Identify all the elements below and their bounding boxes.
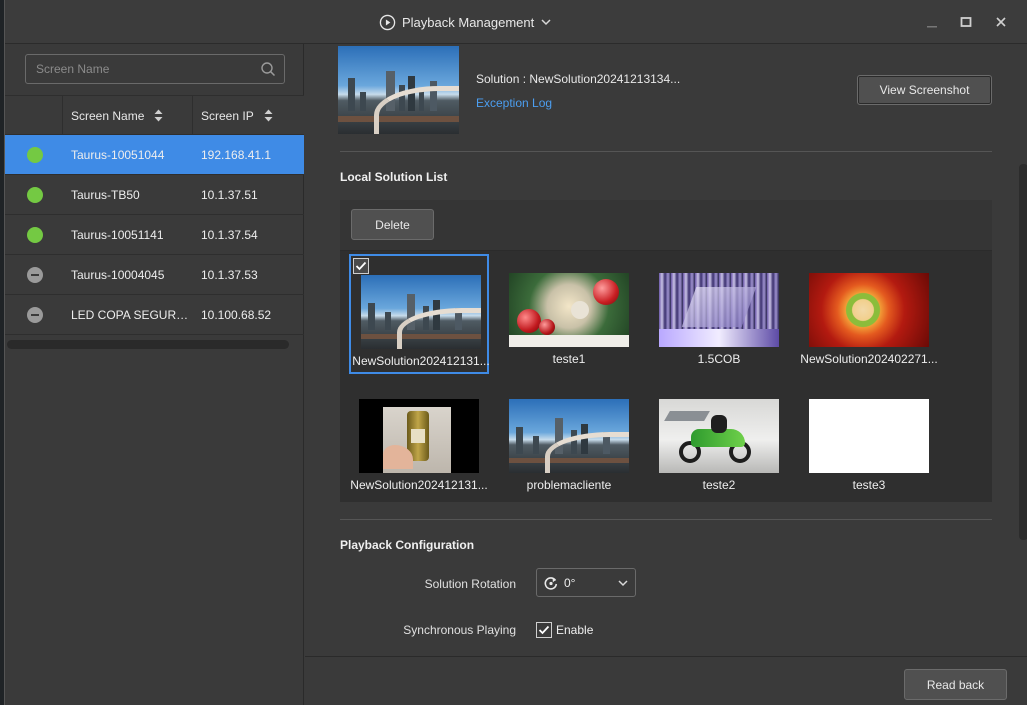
local-solution-list-title: Local Solution List — [340, 170, 448, 184]
solution-thumbnail — [809, 273, 929, 347]
status-offline-icon — [27, 307, 43, 323]
solution-tile[interactable]: NewSolution202412131... — [349, 254, 490, 374]
status-online-icon — [27, 187, 43, 203]
column-header-screen-name[interactable]: Screen Name — [71, 96, 163, 135]
solution-thumbnail — [509, 273, 629, 347]
solution-label: NewSolution202412131... — [350, 478, 488, 492]
rotate-icon — [544, 576, 558, 590]
solution-tile[interactable]: NewSolution202412131... — [349, 380, 489, 500]
screen-row[interactable]: Taurus-10051141 10.1.37.54 — [5, 215, 304, 255]
column-header-label: Screen Name — [71, 108, 145, 123]
maximize-icon — [960, 17, 972, 27]
view-screenshot-button[interactable]: View Screenshot — [857, 75, 992, 105]
solution-rotation-label: Solution Rotation — [424, 577, 516, 591]
solution-label: NewSolution202402271... — [800, 352, 938, 366]
sync-enable-label: Enable — [556, 623, 594, 637]
solution-thumbnail — [361, 275, 481, 349]
synchronous-playing-label: Synchronous Playing — [403, 623, 516, 637]
solution-label: NewSolution202412131... — [352, 354, 490, 368]
footer-bar: Read back — [305, 656, 1027, 705]
read-back-button[interactable]: Read back — [904, 669, 1007, 700]
divider — [340, 151, 992, 152]
solution-tile[interactable]: teste3 — [799, 380, 939, 500]
solution-thumbnail — [809, 399, 929, 473]
current-solution-name: Solution : NewSolution20241213134... — [476, 72, 681, 86]
screen-search-input[interactable] — [26, 55, 254, 83]
solution-label: teste2 — [702, 478, 736, 492]
solution-thumbnail — [659, 273, 779, 347]
solution-label: problemacliente — [526, 478, 612, 492]
vertical-scrollbar[interactable] — [1019, 164, 1027, 540]
solution-tile[interactable]: teste2 — [649, 380, 789, 500]
screen-name: LED COPA SEGURAN... — [71, 308, 191, 322]
screen-row[interactable]: Taurus-10004045 10.1.37.53 — [5, 255, 304, 295]
exception-log-link[interactable]: Exception Log — [476, 96, 552, 110]
sort-icon — [264, 109, 273, 122]
status-online-icon — [27, 147, 43, 163]
horizontal-scrollbar[interactable] — [7, 340, 289, 349]
playback-detail-panel: Solution : NewSolution20241213134... Exc… — [305, 44, 1027, 656]
screen-ip: 192.168.41.1 — [201, 148, 272, 162]
solution-tile[interactable]: problemacliente — [499, 380, 639, 500]
solution-label: 1.5COB — [697, 352, 741, 366]
playback-window: Playback Management Screen Name Screen N… — [4, 0, 1027, 705]
solution-thumbnail — [659, 399, 779, 473]
solution-tile[interactable]: teste1 — [499, 254, 639, 374]
title-dropdown[interactable]: Playback Management — [379, 12, 552, 32]
column-separator — [62, 96, 63, 135]
title-bar: Playback Management — [5, 0, 1027, 44]
window-title: Playback Management — [402, 14, 535, 30]
close-button[interactable] — [991, 12, 1011, 32]
solution-tile[interactable]: NewSolution202402271... — [799, 254, 939, 374]
screen-table-header: Screen Name Screen IP — [5, 95, 304, 135]
tile-checkbox[interactable] — [353, 258, 369, 274]
screen-name: Taurus-10051044 — [71, 148, 165, 162]
minimize-button[interactable] — [922, 12, 942, 32]
playback-configuration-title: Playback Configuration — [340, 538, 475, 552]
solution-label: teste1 — [552, 352, 586, 366]
screen-name: Taurus-TB50 — [71, 188, 140, 202]
screen-ip: 10.1.37.51 — [201, 188, 258, 202]
screen-name: Taurus-10004045 — [71, 268, 165, 282]
chevron-down-icon — [541, 19, 551, 26]
column-header-screen-ip[interactable]: Screen IP — [201, 96, 273, 135]
screen-ip: 10.100.68.52 — [201, 308, 272, 322]
screen-name: Taurus-10051141 — [71, 228, 164, 242]
solution-label: teste3 — [852, 478, 886, 492]
status-online-icon — [27, 227, 43, 243]
screen-search-box — [25, 54, 285, 84]
screen-row[interactable]: Taurus-TB50 10.1.37.51 — [5, 175, 304, 215]
current-solution-thumbnail — [338, 46, 459, 134]
chevron-down-icon — [618, 580, 628, 587]
solution-rotation-select[interactable]: 0° — [536, 568, 636, 597]
solution-thumbnail — [509, 399, 629, 473]
delete-button[interactable]: Delete — [351, 209, 434, 240]
checkmark-icon — [538, 625, 550, 635]
screen-ip: 10.1.37.53 — [201, 268, 258, 282]
solution-thumbnail — [359, 399, 479, 473]
maximize-button[interactable] — [956, 12, 976, 32]
rotation-value: 0° — [564, 575, 576, 590]
screen-row[interactable]: Taurus-10051044 192.168.41.1 — [5, 135, 304, 175]
close-icon — [996, 17, 1006, 27]
divider — [340, 519, 992, 520]
sort-icon — [154, 109, 163, 122]
sync-enable-checkbox[interactable] — [536, 622, 552, 638]
screen-list-panel: Screen Name Screen IP Taurus-10051044 19… — [5, 44, 304, 705]
local-solution-list: Delete NewSolution202412131... teste1 1.… — [340, 200, 992, 502]
minimize-icon — [927, 26, 937, 28]
list-toolbar: Delete — [340, 200, 992, 251]
status-offline-icon — [27, 267, 43, 283]
checkmark-icon — [355, 261, 367, 271]
column-header-label: Screen IP — [201, 108, 254, 123]
solution-tile[interactable]: 1.5COB — [649, 254, 789, 374]
screen-ip: 10.1.37.54 — [201, 228, 258, 242]
play-circle-icon — [379, 14, 396, 30]
column-separator — [192, 96, 193, 135]
search-icon[interactable] — [260, 61, 276, 77]
screen-row[interactable]: LED COPA SEGURAN... 10.100.68.52 — [5, 295, 304, 335]
